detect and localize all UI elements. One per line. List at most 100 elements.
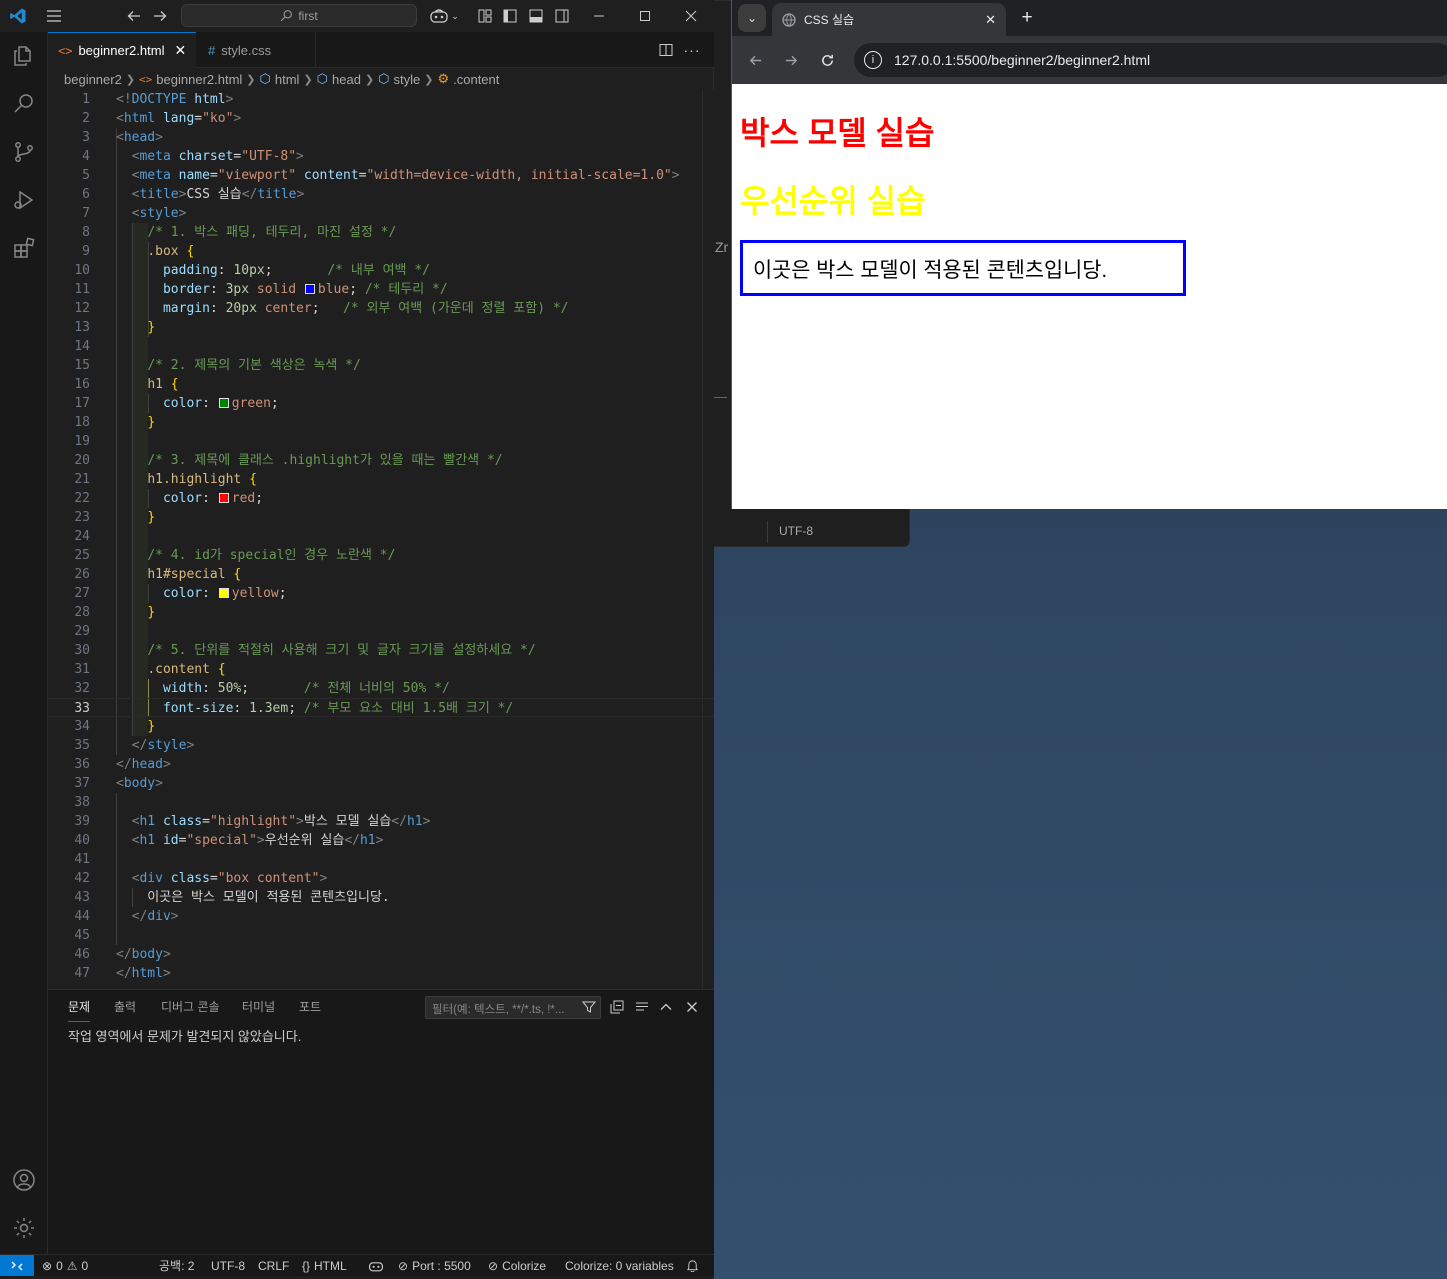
- code-line[interactable]: 43 이곳은 박스 모델이 적용된 콘텐츠입니당.: [48, 888, 714, 907]
- source-control-icon[interactable]: [0, 128, 48, 176]
- minimize-icon[interactable]: [586, 0, 612, 32]
- split-editor-icon[interactable]: [654, 32, 678, 68]
- code-line[interactable]: 20 /* 3. 제목에 클래스 .highlight가 있을 때는 빨간색 *…: [48, 451, 714, 470]
- search-icon[interactable]: [0, 80, 48, 128]
- encoding-status[interactable]: UTF-8: [211, 1255, 245, 1276]
- breadcrumb-item-selector[interactable]: .content: [453, 72, 499, 87]
- run-debug-icon[interactable]: [0, 176, 48, 224]
- code-line[interactable]: 16 h1 {: [48, 375, 714, 394]
- code-line[interactable]: 34 }: [48, 717, 714, 736]
- code-line[interactable]: 42 <div class="box content">: [48, 869, 714, 888]
- panel-tab-ports[interactable]: 포트: [299, 998, 321, 1015]
- notifications-bell-icon[interactable]: [686, 1255, 699, 1276]
- close-panel-icon[interactable]: [682, 997, 702, 1017]
- tab-style-css[interactable]: # style.css: [198, 32, 316, 68]
- code-line[interactable]: 47 </html>: [48, 964, 714, 983]
- code-line[interactable]: 38: [48, 793, 714, 812]
- code-line[interactable]: 24: [48, 527, 714, 546]
- toggle-sidebar-icon[interactable]: [499, 0, 521, 32]
- address-bar[interactable]: i 127.0.0.1:5500/beginner2/beginner2.htm…: [854, 43, 1447, 77]
- toggle-panel-icon[interactable]: [525, 0, 547, 32]
- breadcrumb-item-file[interactable]: beginner2.html: [156, 72, 242, 87]
- browser-forward-icon[interactable]: [778, 47, 804, 73]
- code-line[interactable]: 33 font-size: 1.3em; /* 부모 요소 대비 1.5배 크기…: [48, 698, 714, 717]
- panel-tab-terminal[interactable]: 터미널: [242, 998, 275, 1015]
- breadcrumb-item-head[interactable]: head: [332, 72, 361, 87]
- code-line[interactable]: 8 /* 1. 박스 패딩, 테두리, 마진 설정 */: [48, 223, 714, 242]
- close-tab-icon[interactable]: ✕: [174, 42, 186, 59]
- code-line[interactable]: 39 <h1 class="highlight">박스 모델 실습</h1>: [48, 812, 714, 831]
- breadcrumb-item-html[interactable]: html: [275, 72, 300, 87]
- code-line[interactable]: 10 padding: 10px; /* 내부 여백 */: [48, 261, 714, 280]
- code-line[interactable]: 18 }: [48, 413, 714, 432]
- copilot-icon[interactable]: ⌄: [428, 0, 460, 32]
- breadcrumb-item-folder[interactable]: beginner2: [64, 72, 122, 87]
- code-line[interactable]: 15 /* 2. 제목의 기본 색상은 녹색 */: [48, 356, 714, 375]
- menu-icon[interactable]: [42, 0, 66, 32]
- panel-tab-output[interactable]: 출력: [114, 998, 136, 1015]
- code-line[interactable]: 14: [48, 337, 714, 356]
- account-icon[interactable]: [0, 1156, 48, 1204]
- code-line[interactable]: 29: [48, 622, 714, 641]
- indentation-status[interactable]: 공백: 2: [159, 1255, 194, 1276]
- code-line[interactable]: 5 <meta name="viewport" content="width=d…: [48, 166, 714, 185]
- code-line[interactable]: 2 <html lang="ko">: [48, 109, 714, 128]
- toggle-secondary-sidebar-icon[interactable]: [551, 0, 573, 32]
- panel-tab-debug-console[interactable]: 디버그 콘솔: [161, 998, 220, 1015]
- reload-icon[interactable]: [814, 47, 840, 73]
- code-line[interactable]: 4 <meta charset="UTF-8">: [48, 147, 714, 166]
- code-line[interactable]: 26 h1#special {: [48, 565, 714, 584]
- code-line[interactable]: 45: [48, 926, 714, 945]
- breadcrumb-item-style[interactable]: style: [394, 72, 421, 87]
- extensions-icon[interactable]: [0, 224, 48, 272]
- new-tab-plus-icon[interactable]: +: [1014, 5, 1040, 31]
- site-info-icon[interactable]: i: [864, 51, 882, 69]
- code-line[interactable]: 17 color: green;: [48, 394, 714, 413]
- code-line[interactable]: 35 </style>: [48, 736, 714, 755]
- editor-scrollbar[interactable]: [702, 90, 714, 989]
- filter-icon[interactable]: [579, 997, 599, 1017]
- collapse-all-icon[interactable]: [607, 997, 627, 1017]
- code-line[interactable]: 32 width: 50%; /* 전체 너비의 50% */: [48, 679, 714, 698]
- browser-tab[interactable]: CSS 실습 ✕: [772, 3, 1006, 36]
- language-mode-status[interactable]: {} HTML: [302, 1255, 347, 1276]
- code-line[interactable]: 13 }: [48, 318, 714, 337]
- code-line[interactable]: 9 .box {: [48, 242, 714, 261]
- color-swatch-icon[interactable]: [304, 284, 315, 294]
- settings-gear-icon[interactable]: [0, 1204, 48, 1252]
- live-server-status[interactable]: ⊘ Port : 5500: [398, 1255, 471, 1276]
- colorize-variables-status[interactable]: Colorize: 0 variables: [565, 1255, 674, 1276]
- back-arrow-icon[interactable]: [122, 0, 146, 32]
- code-line[interactable]: 36 </head>: [48, 755, 714, 774]
- command-center-search[interactable]: first: [181, 4, 417, 27]
- code-line[interactable]: 40 <h1 id="special">우선순위 실습</h1>: [48, 831, 714, 850]
- code-line[interactable]: 22 color: red;: [48, 489, 714, 508]
- browser-back-icon[interactable]: [742, 47, 768, 73]
- code-line[interactable]: 19: [48, 432, 714, 451]
- close-tab-icon[interactable]: ✕: [985, 12, 996, 28]
- code-line[interactable]: 28 }: [48, 603, 714, 622]
- color-swatch-icon[interactable]: [218, 493, 229, 503]
- close-window-icon[interactable]: [678, 0, 704, 32]
- code-line[interactable]: 11 border: 3px solid blue; /* 테두리 */: [48, 280, 714, 299]
- colorize-status[interactable]: ⊘ Colorize: [488, 1255, 546, 1276]
- copilot-status-icon[interactable]: [368, 1255, 384, 1276]
- more-actions-icon[interactable]: ···: [680, 32, 704, 68]
- code-line[interactable]: 27 color: yellow;: [48, 584, 714, 603]
- code-line[interactable]: 23 }: [48, 508, 714, 527]
- customize-layout-icon[interactable]: [474, 0, 496, 32]
- panel-tab-problems[interactable]: 문제: [68, 998, 91, 1022]
- problems-status[interactable]: ⊗ 0 ⚠ 0: [42, 1255, 88, 1276]
- color-swatch-icon[interactable]: [218, 588, 229, 598]
- remote-indicator-icon[interactable]: [0, 1255, 34, 1276]
- code-line[interactable]: 41: [48, 850, 714, 869]
- view-as-list-icon[interactable]: [632, 997, 652, 1017]
- code-line[interactable]: 31 .content {: [48, 660, 714, 679]
- problems-filter-input[interactable]: 필터(예: 텍스트, **/*.ts, !*...: [425, 996, 601, 1019]
- color-swatch-icon[interactable]: [218, 398, 229, 408]
- code-line[interactable]: 1 <!DOCTYPE html>: [48, 90, 714, 109]
- code-line[interactable]: 6 <title>CSS 실습</title>: [48, 185, 714, 204]
- code-line[interactable]: 3 <head>: [48, 128, 714, 147]
- code-line[interactable]: 37 <body>: [48, 774, 714, 793]
- code-line[interactable]: 25 /* 4. id가 special인 경우 노란색 */: [48, 546, 714, 565]
